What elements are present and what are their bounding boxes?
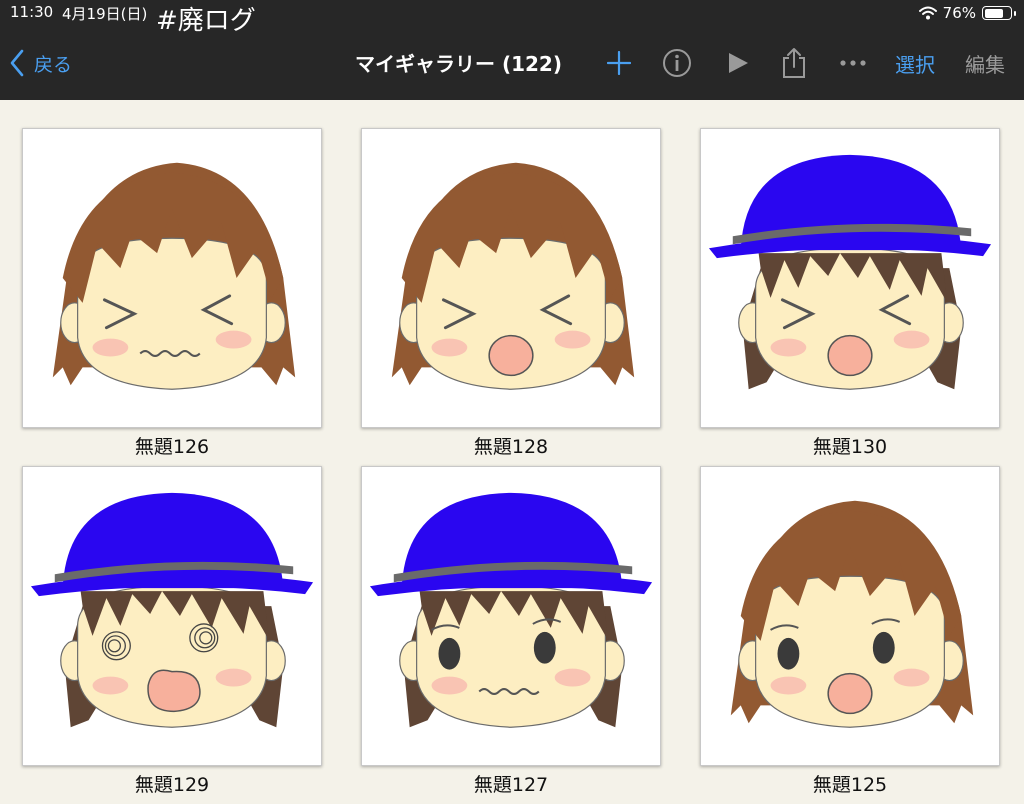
chevron-left-icon [10, 49, 24, 77]
gallery-item-title: 無題125 [812, 774, 888, 796]
select-button[interactable]: 選択 [895, 46, 935, 80]
illustration [52, 162, 296, 390]
add-button[interactable] [604, 46, 634, 80]
info-icon [663, 49, 691, 77]
share-icon [783, 48, 805, 78]
mouth [827, 672, 873, 715]
gallery-thumbnail[interactable] [361, 466, 661, 766]
gallery-item-title: 無題127 [473, 774, 549, 796]
status-date: 4月19日(日) [62, 5, 148, 23]
battery-percent: 76% [942, 4, 976, 22]
back-button[interactable]: 戻る [10, 46, 72, 80]
mouth [488, 334, 534, 377]
gallery-item-title: 無題126 [134, 436, 210, 458]
back-label: 戻る [34, 53, 73, 76]
illustration [730, 500, 974, 728]
top-bar: 11:30 4月19日(日) #廃ログ 76% 戻る マイギャラリー (122) [0, 0, 1024, 100]
gallery-item[interactable]: 無題128 [361, 128, 661, 459]
gallery-thumbnail[interactable] [361, 128, 661, 428]
share-button[interactable] [779, 46, 809, 80]
illustration [391, 162, 635, 390]
plus-icon [607, 51, 631, 75]
status-time: 11:30 [10, 3, 54, 21]
gallery-item[interactable]: 無題125 [700, 466, 1000, 797]
play-button[interactable] [724, 46, 752, 80]
gallery-thumbnail[interactable] [22, 466, 322, 766]
info-button[interactable] [661, 46, 693, 80]
battery-fill [984, 8, 1003, 18]
gallery-item[interactable]: 無題129 [22, 466, 322, 797]
illustration [369, 492, 653, 728]
gallery-thumbnail[interactable] [700, 128, 1000, 428]
wifi-icon [918, 6, 937, 20]
gallery-item-title: 無題129 [134, 774, 210, 796]
illustration [30, 492, 314, 728]
gallery-item-title: 無題128 [473, 436, 549, 458]
more-button[interactable] [837, 46, 869, 80]
overlay-title: #廃ログ [156, 6, 256, 36]
gallery-item[interactable]: 無題126 [22, 128, 322, 459]
edit-button[interactable]: 編集 [965, 46, 1005, 80]
gallery-item-title: 無題130 [812, 436, 888, 458]
battery-icon [982, 6, 1016, 20]
more-icon [840, 60, 866, 66]
illustration [708, 154, 992, 390]
play-icon [729, 53, 748, 73]
gallery-thumbnail[interactable] [700, 466, 1000, 766]
status-right: 76% [918, 4, 1016, 22]
gallery-item[interactable]: 無題127 [361, 466, 661, 797]
mouth [827, 334, 873, 377]
gallery-item[interactable]: 無題130 [700, 128, 1000, 459]
page-title: マイギャラリー (122) [355, 52, 562, 76]
gallery-thumbnail[interactable] [22, 128, 322, 428]
